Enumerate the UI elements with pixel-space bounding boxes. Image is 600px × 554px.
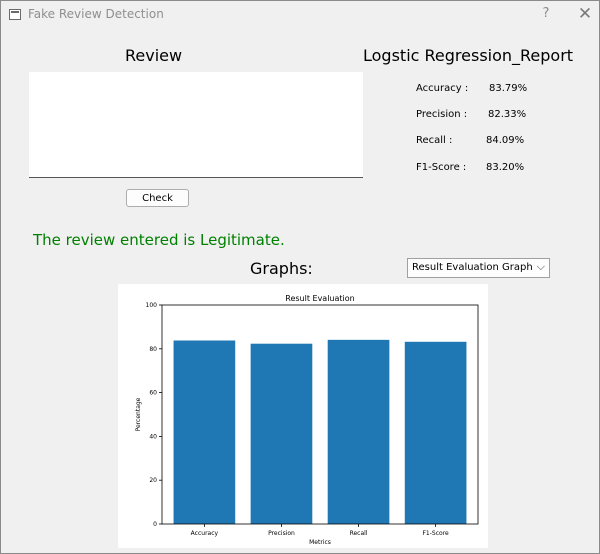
- y-tick-label: 40: [149, 433, 157, 440]
- x-tick-label: Precision: [268, 530, 295, 537]
- y-axis-label: Percentage: [135, 397, 142, 431]
- bar-accuracy: [173, 340, 236, 524]
- recall-value: 84.09%: [486, 135, 525, 146]
- x-axis-label: Metrics: [309, 539, 331, 546]
- recall-label: Recall :: [416, 135, 453, 146]
- bar-precision: [250, 343, 313, 524]
- precision-label: Precision :: [416, 109, 468, 120]
- plot-panel: Result Evaluation Metrics Percentage Acc…: [118, 284, 488, 548]
- graph-type-select[interactable]: Result Evaluation Graph ⌵: [407, 258, 550, 278]
- chevron-down-icon: ⌵: [536, 260, 545, 273]
- review-input[interactable]: [29, 72, 363, 178]
- y-tick-label: 20: [149, 477, 157, 484]
- title-bar: Fake Review Detection ? ✕: [1, 1, 599, 29]
- accuracy-value: 83.79%: [489, 83, 528, 94]
- accuracy-label: Accuracy :: [416, 83, 469, 94]
- result-evaluation-chart: Result Evaluation Metrics Percentage Acc…: [135, 294, 479, 546]
- close-button[interactable]: ✕: [575, 5, 595, 23]
- x-tick-label: Recall: [350, 530, 368, 537]
- chart-title: Result Evaluation: [285, 294, 354, 303]
- result-message: The review entered is Legitimate.: [33, 231, 285, 249]
- x-tick-label: F1-Score: [422, 530, 449, 537]
- graphs-label: Graphs:: [250, 259, 313, 278]
- y-tick-label: 100: [146, 302, 158, 309]
- f1-score-label: F1-Score :: [416, 162, 467, 173]
- app-window-icon: [9, 9, 21, 20]
- y-tick-label: 80: [149, 346, 157, 353]
- check-button[interactable]: Check: [126, 189, 189, 207]
- review-heading: Review: [125, 46, 183, 65]
- y-tick-label: 0: [153, 521, 157, 528]
- help-button[interactable]: ?: [538, 5, 554, 23]
- y-tick-label: 60: [149, 390, 157, 397]
- app-window: Fake Review Detection ? ✕ Review Check L…: [0, 0, 600, 554]
- x-tick-label: Accuracy: [191, 530, 219, 537]
- f1-score-value: 83.20%: [486, 162, 525, 173]
- precision-value: 82.33%: [488, 109, 527, 120]
- bar-f1-score: [404, 341, 467, 524]
- graph-type-selected: Result Evaluation Graph: [412, 262, 533, 273]
- bar-recall: [327, 339, 390, 524]
- report-heading: Logstic Regression_Report: [363, 46, 574, 65]
- window-title: Fake Review Detection: [28, 7, 164, 21]
